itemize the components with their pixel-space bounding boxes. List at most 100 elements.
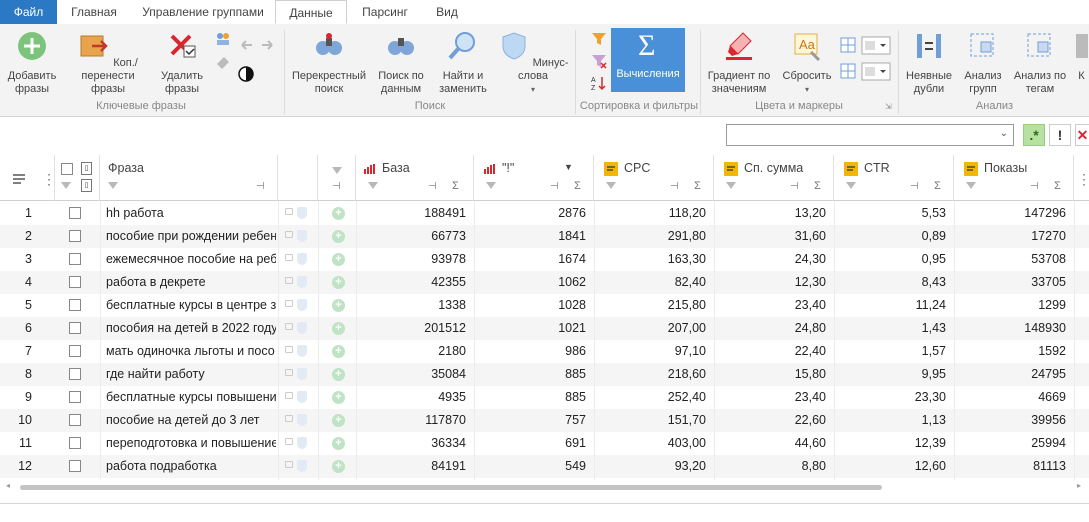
ctr-cell[interactable]: 0,95 xyxy=(834,248,946,271)
ctr-cell[interactable]: 1,43 xyxy=(834,317,946,340)
table-row[interactable]: 1 hh работа +188491 2876 118,20 13,20 5,53 1472… xyxy=(0,202,1089,225)
sum-cell[interactable]: 15,80 xyxy=(714,363,826,386)
sum-cell[interactable]: 8,80 xyxy=(714,455,826,478)
row-checkbox[interactable] xyxy=(69,460,81,472)
excl-cell[interactable]: 1674 xyxy=(474,248,586,271)
column-sum-header[interactable]: Сп. сумма ⊣ Σ xyxy=(714,155,834,201)
shows-cell[interactable]: 33705 xyxy=(954,271,1066,294)
undo-redo-icon[interactable] xyxy=(238,38,276,52)
lock-icon[interactable] xyxy=(285,254,293,261)
add-phrases-button[interactable]: Добавить фразы xyxy=(4,30,60,96)
row-checkbox[interactable] xyxy=(69,253,81,265)
table-color-dropdown[interactable] xyxy=(840,36,892,56)
filter-icon[interactable] xyxy=(332,167,342,174)
shows-cell[interactable]: 39956 xyxy=(954,409,1066,432)
cpc-cell[interactable]: 215,80 xyxy=(594,294,706,317)
analysis-tags-button[interactable]: Анализ по тегам xyxy=(1012,30,1068,96)
add-icon[interactable]: + xyxy=(332,414,345,427)
filter-icon[interactable] xyxy=(486,182,496,189)
row-checkbox[interactable] xyxy=(69,391,81,403)
base-cell[interactable]: 84191 xyxy=(356,455,466,478)
table-row[interactable]: 12 работа подработка +84191 549 93,20 8,80 12,… xyxy=(0,455,1089,478)
scrollbar-thumb[interactable] xyxy=(20,485,882,490)
lock-icon[interactable] xyxy=(285,461,293,468)
cross-search-button[interactable]: Перекрестный поиск xyxy=(290,30,368,96)
cpc-cell[interactable]: 163,30 xyxy=(594,248,706,271)
row-checkbox[interactable] xyxy=(69,437,81,449)
shield-icon[interactable] xyxy=(297,299,307,311)
shows-cell[interactable]: 81113 xyxy=(954,455,1066,478)
sort-az-icon[interactable]: AZ xyxy=(590,74,608,92)
shows-cell[interactable]: 1592 xyxy=(954,340,1066,363)
ctr-cell[interactable]: 12,60 xyxy=(834,455,946,478)
pin-icon[interactable]: ⊣ xyxy=(550,181,559,192)
phrase-cell[interactable]: пособие на детей до 3 лет xyxy=(106,409,276,432)
lock-icon[interactable] xyxy=(285,208,293,215)
shield-icon[interactable] xyxy=(297,253,307,265)
pin-icon[interactable]: ⊣ xyxy=(1030,181,1039,192)
cpc-cell[interactable]: 93,20 xyxy=(594,455,706,478)
phrase-cell[interactable]: где найти работу xyxy=(106,363,276,386)
drag-handle-icon[interactable]: ⋮ xyxy=(42,171,56,188)
ctr-cell[interactable]: 8,43 xyxy=(834,271,946,294)
sort-desc-icon[interactable]: ▼ xyxy=(564,162,573,172)
sum-cell[interactable]: 24,80 xyxy=(714,317,826,340)
filter-icon[interactable] xyxy=(726,182,736,189)
pin-icon[interactable]: ⊣ xyxy=(332,181,341,192)
sigma-icon[interactable]: Σ xyxy=(574,180,581,192)
phrase-cell[interactable]: мать одиночка льготы и посо xyxy=(106,340,276,363)
row-checkbox[interactable] xyxy=(69,299,81,311)
shows-cell[interactable]: 25994 xyxy=(954,432,1066,455)
add-icon[interactable]: + xyxy=(332,207,345,220)
base-cell[interactable]: 188491 xyxy=(356,202,466,225)
cpc-cell[interactable]: 403,00 xyxy=(594,432,706,455)
pin-icon[interactable]: ⊣ xyxy=(910,181,919,192)
lock-icon[interactable] xyxy=(285,438,293,445)
tab-data[interactable]: Данные xyxy=(275,0,347,24)
base-cell[interactable]: 4935 xyxy=(356,386,466,409)
ctr-cell[interactable]: 5,53 xyxy=(834,202,946,225)
shield-icon[interactable] xyxy=(297,276,307,288)
table-row[interactable]: 5 бесплатные курсы в центре за +1338 1028 21… xyxy=(0,294,1089,317)
phrase-cell[interactable]: работа в декрете xyxy=(106,271,276,294)
filter-icon[interactable] xyxy=(108,182,118,189)
add-icon[interactable]: + xyxy=(332,345,345,358)
table-row[interactable]: 8 где найти работу +35084 885 218,60 15,80 9,9… xyxy=(0,363,1089,386)
sum-cell[interactable]: 44,60 xyxy=(714,432,826,455)
shows-cell[interactable]: 17270 xyxy=(954,225,1066,248)
sum-cell[interactable]: 13,20 xyxy=(714,202,826,225)
table-row[interactable]: 6 пособия на детей в 2022 году +201512 1021… xyxy=(0,317,1089,340)
sum-cell[interactable]: 23,40 xyxy=(714,386,826,409)
excl-cell[interactable]: 1841 xyxy=(474,225,586,248)
base-cell[interactable]: 93978 xyxy=(356,248,466,271)
excl-cell[interactable]: 2876 xyxy=(474,202,586,225)
eraser-icon[interactable] xyxy=(214,52,232,70)
ctr-cell[interactable]: 9,95 xyxy=(834,363,946,386)
ctr-cell[interactable]: 1,57 xyxy=(834,340,946,363)
shield-icon[interactable] xyxy=(297,437,307,449)
ctr-cell[interactable]: 11,24 xyxy=(834,294,946,317)
scroll-left-icon[interactable]: ◂ xyxy=(6,481,10,490)
lock-icon[interactable] xyxy=(285,346,293,353)
row-checkbox[interactable] xyxy=(69,276,81,288)
ctr-cell[interactable]: 23,30 xyxy=(834,386,946,409)
row-checkbox[interactable] xyxy=(69,322,81,334)
copy-move-phrases-button[interactable]: Коп./перенести фразы xyxy=(64,30,152,96)
filter-icon[interactable] xyxy=(368,182,378,189)
row-checkbox[interactable] xyxy=(69,414,81,426)
cpc-cell[interactable]: 252,40 xyxy=(594,386,706,409)
reset-colors-button[interactable]: Aa Сбросить ▾ xyxy=(778,30,836,96)
filter-clear-icon[interactable] xyxy=(590,52,608,70)
ctr-cell[interactable]: 1,13 xyxy=(834,409,946,432)
sigma-icon[interactable]: Σ xyxy=(814,180,821,192)
phrase-cell[interactable]: переподготовка и повышение xyxy=(106,432,276,455)
row-checkbox[interactable] xyxy=(69,207,81,219)
sum-cell[interactable]: 22,60 xyxy=(714,409,826,432)
shield-icon[interactable] xyxy=(297,460,307,472)
base-cell[interactable]: 36334 xyxy=(356,432,466,455)
table-row[interactable]: 10 пособие на детей до 3 лет +117870 757 151… xyxy=(0,409,1089,432)
add-icon[interactable]: + xyxy=(332,322,345,335)
close-filter-button[interactable]: ✕ xyxy=(1075,124,1089,146)
phrase-cell[interactable]: ежемесячное пособие на реб xyxy=(106,248,276,271)
sigma-icon[interactable]: Σ xyxy=(694,180,701,192)
